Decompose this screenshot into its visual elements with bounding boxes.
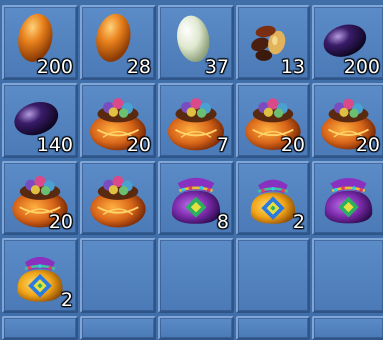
inventory-slot[interactable]: 200 [312,5,383,80]
item-quantity: 8 [216,211,229,233]
item-quantity: 7 [216,134,229,156]
inventory-slot[interactable]: 37 [158,5,234,80]
item-quantity: 2 [292,211,305,233]
inventory-slot[interactable]: 13 [236,5,310,80]
inventory-slot[interactable] [158,238,234,313]
orange-gem-pouch-icon [90,175,146,228]
inventory-slot[interactable]: 28 [80,5,156,80]
item-quantity: 20 [126,134,151,156]
inventory-grid: 200 28 37 13 200 140 20 7 20 20 20 8 2 2 [0,0,383,340]
inventory-slot[interactable] [312,238,383,313]
inventory-slot[interactable] [312,161,383,235]
inventory-slot[interactable]: 140 [2,83,78,158]
inventory-slot[interactable] [312,316,383,340]
inventory-slot[interactable]: 2 [236,161,310,235]
item-quantity: 28 [126,56,151,78]
inventory-slot[interactable] [236,316,310,340]
item-quantity: 13 [280,56,305,78]
inventory-slot[interactable]: 2 [2,238,78,313]
inventory-slot[interactable] [80,316,156,340]
item-quantity: 140 [36,134,73,156]
inventory-slot[interactable]: 20 [312,83,383,158]
inventory-slot[interactable] [80,161,156,235]
item-quantity: 200 [343,56,380,78]
inventory-slot[interactable]: 20 [80,83,156,158]
purple-pouch-icon [324,178,373,224]
inventory-slot[interactable] [158,316,234,340]
item-quantity: 20 [48,211,73,233]
inventory-slot[interactable] [2,316,78,340]
inventory-slot[interactable]: 20 [2,161,78,235]
inventory-slot[interactable] [236,238,310,313]
inventory-slot[interactable]: 20 [236,83,310,158]
inventory-slot[interactable] [80,238,156,313]
item-quantity: 20 [355,134,380,156]
inventory-slot[interactable]: 8 [158,161,234,235]
inventory-slot[interactable]: 7 [158,83,234,158]
item-quantity: 20 [280,134,305,156]
item-quantity: 37 [204,56,229,78]
item-quantity: 2 [60,289,73,311]
inventory-slot[interactable]: 200 [2,5,78,80]
item-quantity: 200 [36,56,73,78]
